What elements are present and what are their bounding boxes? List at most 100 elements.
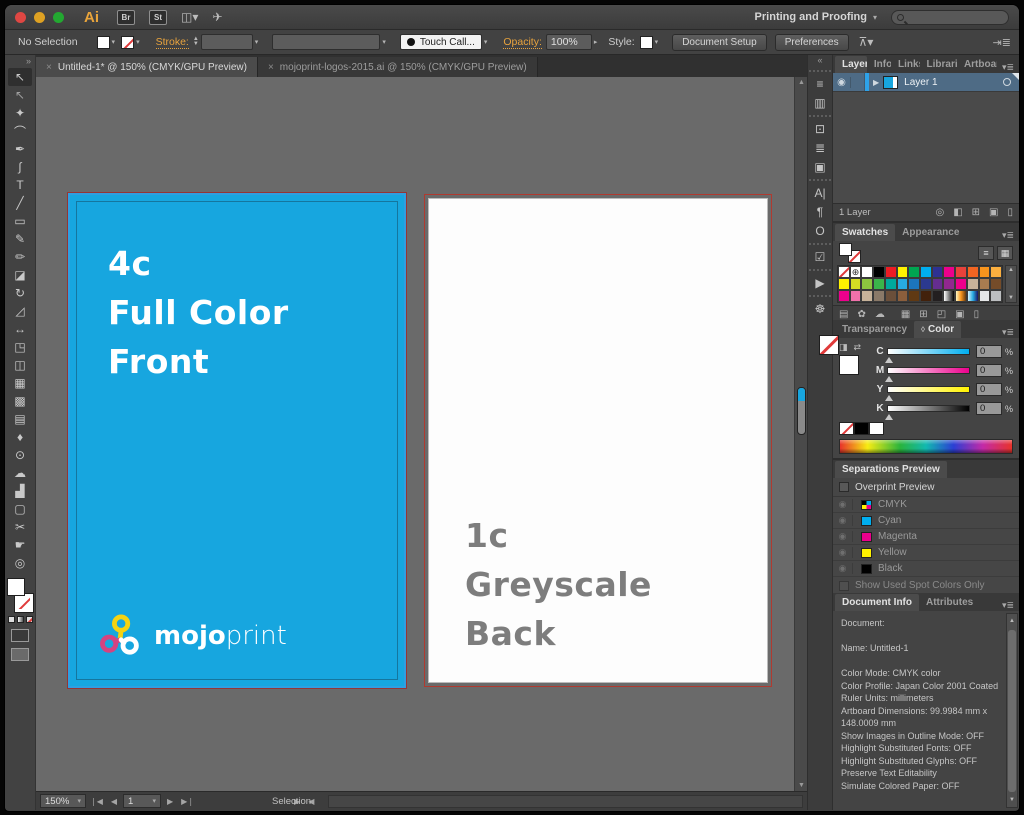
color-panel-menu-icon[interactable]: ▾≣ bbox=[997, 327, 1019, 338]
zoom-window-button[interactable] bbox=[53, 12, 64, 23]
mesh-tool[interactable]: ▩ bbox=[8, 392, 32, 410]
layer-visibility-eye-icon[interactable]: ◉ bbox=[833, 77, 851, 88]
white-swatch[interactable] bbox=[869, 422, 884, 435]
color-swatch[interactable] bbox=[861, 290, 873, 302]
last-artboard-icon[interactable]: ▶❘ bbox=[181, 797, 194, 806]
tab-document-info[interactable]: Document Info bbox=[835, 594, 919, 611]
width-profile-dropdown-icon[interactable]: ▾ bbox=[484, 38, 488, 46]
plate-row[interactable]: ◉Yellow bbox=[833, 545, 1019, 561]
color-swatch[interactable] bbox=[897, 278, 909, 290]
paintbrush-tool[interactable]: ✎ bbox=[8, 230, 32, 248]
canvas[interactable]: 4cFull ColorFront m bbox=[36, 77, 807, 791]
screen-mode-button[interactable] bbox=[11, 648, 29, 661]
canvas-vertical-scrollbar[interactable]: ▲ ▼ bbox=[794, 77, 807, 791]
color-swatch[interactable] bbox=[967, 266, 979, 278]
expand-panels-icon[interactable]: « bbox=[817, 55, 822, 67]
color-button[interactable] bbox=[8, 616, 15, 623]
fill-dropdown-icon[interactable]: ▾ bbox=[112, 38, 116, 46]
color-swatch[interactable] bbox=[838, 266, 850, 278]
next-artboard-icon[interactable]: ▶ bbox=[167, 797, 173, 806]
channel-slider-thumb[interactable] bbox=[885, 414, 893, 420]
select-similar-icon[interactable]: ⊼▾ bbox=[859, 35, 874, 49]
opentype-panel-icon[interactable]: O bbox=[810, 221, 830, 240]
channel-slider[interactable] bbox=[887, 405, 970, 412]
di-scroll-down-icon[interactable]: ▼ bbox=[1009, 794, 1015, 807]
rotate-tool[interactable]: ↻ bbox=[8, 284, 32, 302]
zoom-level-select[interactable]: 150% ▾ bbox=[40, 794, 86, 808]
opacity-arrow-icon[interactable]: ▸ bbox=[594, 38, 598, 46]
search-input[interactable] bbox=[891, 10, 1009, 25]
free-transform-tool[interactable]: ◳ bbox=[8, 338, 32, 356]
channel-slider[interactable] bbox=[887, 348, 970, 355]
new-layer-icon[interactable]: ▣ bbox=[989, 207, 998, 218]
gradient-panel-icon[interactable]: ▥ bbox=[810, 93, 830, 112]
document-tab[interactable]: ×Untitled-1* @ 150% (CMYK/GPU Preview) bbox=[36, 57, 258, 77]
plate-visibility-eye-icon[interactable]: ◉ bbox=[833, 531, 853, 542]
color-swatch[interactable] bbox=[967, 278, 979, 290]
color-swatch[interactable] bbox=[979, 278, 991, 290]
workspace-chevron-icon[interactable]: ▾ bbox=[873, 13, 877, 22]
tab-separations-preview[interactable]: Separations Preview bbox=[835, 461, 947, 478]
color-swatch[interactable] bbox=[885, 290, 897, 302]
slice-tool[interactable]: ✂ bbox=[8, 518, 32, 536]
artboard-number-select[interactable]: 1 ▾ bbox=[123, 794, 161, 808]
scroll-up-icon[interactable]: ▲ bbox=[795, 79, 807, 86]
color-swatch[interactable] bbox=[920, 278, 932, 290]
swatch-scrollbar[interactable]: ▲▼ bbox=[1005, 265, 1017, 303]
first-artboard-icon[interactable]: ❘◀ bbox=[90, 797, 103, 806]
transform-panel-icon[interactable]: ⊡ bbox=[810, 119, 830, 138]
locate-object-icon[interactable]: ◎ bbox=[935, 207, 944, 218]
artboard-front[interactable]: 4cFull ColorFront m bbox=[68, 193, 406, 688]
stroke-dropdown-icon[interactable]: ▾ bbox=[136, 38, 140, 46]
di-scroll-thumb[interactable] bbox=[1008, 630, 1016, 792]
channel-value-field[interactable]: 0 bbox=[976, 383, 1002, 396]
curvature-tool[interactable]: ∫ bbox=[8, 158, 32, 176]
stroke-weight-dropdown-icon[interactable]: ▾ bbox=[255, 38, 259, 46]
delete-layer-icon[interactable]: ▯ bbox=[1007, 207, 1013, 218]
column-graph-tool[interactable]: ▟ bbox=[8, 482, 32, 500]
layer-expand-icon[interactable]: ▶ bbox=[873, 78, 879, 87]
shape-builder-tool[interactable]: ◫ bbox=[8, 356, 32, 374]
pathfinder-panel-icon[interactable]: ▣ bbox=[810, 157, 830, 176]
character-panel-icon[interactable]: A| bbox=[810, 183, 830, 202]
toolbar-fill-stroke[interactable] bbox=[7, 578, 33, 612]
opacity-label[interactable]: Opacity: bbox=[503, 36, 542, 49]
document-setup-button[interactable]: Document Setup bbox=[672, 34, 767, 51]
color-swatch[interactable] bbox=[955, 290, 967, 302]
swatches-fill-stroke[interactable] bbox=[839, 243, 861, 263]
tools-collapse-icon[interactable]: » bbox=[26, 55, 31, 68]
tab-appearance[interactable]: Appearance bbox=[895, 224, 966, 241]
color-swatch[interactable] bbox=[885, 278, 897, 290]
layer-target-icon[interactable] bbox=[1003, 78, 1011, 86]
color-swatch[interactable] bbox=[990, 278, 1002, 290]
plate-row[interactable]: ◉Black bbox=[833, 561, 1019, 577]
tab-info[interactable]: Info bbox=[867, 56, 891, 73]
line-segment-tool[interactable]: ╱ bbox=[8, 194, 32, 212]
di-scroll-up-icon[interactable]: ▲ bbox=[1009, 615, 1015, 628]
previous-artboard-icon[interactable]: ◀ bbox=[111, 797, 117, 806]
opacity-field[interactable]: 100% bbox=[546, 34, 592, 50]
panel-menu-icon[interactable]: ▾≣ bbox=[997, 62, 1019, 73]
stroke-weight-field[interactable] bbox=[201, 34, 253, 50]
color-swatch[interactable] bbox=[943, 290, 955, 302]
magic-wand-tool[interactable]: ✦ bbox=[8, 104, 32, 122]
canvas-horizontal-scrollbar[interactable] bbox=[328, 795, 803, 808]
color-swatch[interactable] bbox=[908, 278, 920, 290]
color-swatch[interactable] bbox=[943, 266, 955, 278]
black-swatch[interactable] bbox=[854, 422, 869, 435]
color-swatch[interactable] bbox=[955, 278, 967, 290]
grid-view-button[interactable]: ▦ bbox=[997, 246, 1013, 260]
scale-tool[interactable]: ◿ bbox=[8, 302, 32, 320]
navigator-panel-icon[interactable]: ☸ bbox=[810, 299, 830, 318]
tab-color[interactable]: ◊Color bbox=[914, 321, 961, 338]
list-view-button[interactable]: ≡ bbox=[978, 246, 994, 260]
plate-row[interactable]: ◉Cyan bbox=[833, 513, 1019, 529]
align-panel-icon[interactable]: ≣ bbox=[810, 138, 830, 157]
tab-libraries[interactable]: Libraries bbox=[920, 56, 957, 73]
type-tool[interactable]: T bbox=[8, 176, 32, 194]
stroke-weight-stepper[interactable]: ▲▼ bbox=[193, 37, 199, 47]
library-sync-icon[interactable]: ☁ bbox=[875, 309, 885, 320]
layer-row[interactable]: ◉ ▶ Layer 1 bbox=[833, 73, 1019, 92]
new-swatch-icon[interactable]: ▣ bbox=[955, 309, 964, 320]
close-tab-icon[interactable]: × bbox=[268, 62, 274, 73]
